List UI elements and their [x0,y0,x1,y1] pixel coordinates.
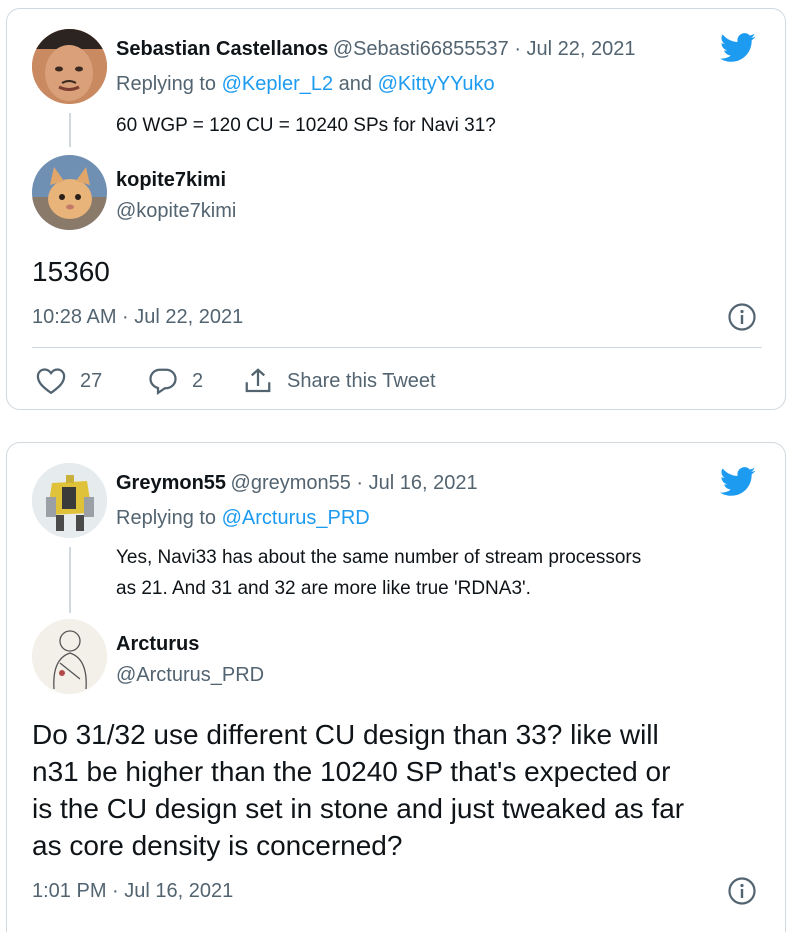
mention-link[interactable]: @Kepler_L2 [222,73,333,95]
info-icon[interactable] [727,302,757,337]
like-button[interactable]: 27 [36,367,102,395]
replying-to: Replying to @Arcturus_PRD [116,507,370,529]
tweet-text: 15360 [32,256,110,287]
share-label: Share this Tweet [287,369,436,392]
sketch-image-icon [32,619,107,694]
author-handle[interactable]: @Arcturus_PRD [116,664,264,687]
thread-line [69,547,71,613]
cat-photo-icon [32,155,107,230]
divider [32,347,762,348]
face-photo-icon [32,29,107,104]
avatar-kopite7kimi[interactable] [32,155,107,230]
tweet-card-2[interactable]: Greymon55 @greymon55 · Jul 16, 2021 Repl… [6,442,786,932]
quoted-text: Yes, Navi33 has about the same number of… [116,547,642,599]
timestamp[interactable]: 10:28 AM · Jul 22, 2021 [32,306,243,329]
avatar-greymon55[interactable] [32,463,107,538]
timestamp[interactable]: 1:01 PM · Jul 16, 2021 [32,880,233,903]
quoted-text: 60 WGP = 120 CU = 10240 SPs for Navi 31? [116,115,496,136]
quoted-handle-date[interactable]: @greymon55 · Jul 16, 2021 [231,472,478,494]
reply-count: 2 [192,369,204,392]
tweet-card-1[interactable]: Sebastian Castellanos @Sebasti66855537 ·… [6,8,786,410]
quoted-header: Greymon55 @greymon55 · Jul 16, 2021 [116,472,478,495]
author-name[interactable]: kopite7kimi [116,169,226,192]
quoted-handle-date[interactable]: @Sebasti66855537 · Jul 22, 2021 [333,38,636,60]
share-icon [245,368,271,393]
quoted-header: Sebastian Castellanos @Sebasti66855537 ·… [116,38,636,61]
tweet-text: Do 31/32 use different CU design than 33… [32,719,685,861]
mention-link[interactable]: @Arcturus_PRD [222,507,370,529]
reply-bubble-icon [149,368,177,395]
reply-button[interactable]: 2 [148,367,203,395]
author-handle[interactable]: @kopite7kimi [116,200,236,223]
author-name[interactable]: Arcturus [116,633,199,656]
thread-line [69,113,71,147]
robot-image-icon [32,463,107,538]
info-icon[interactable] [727,876,757,911]
like-count: 27 [80,369,103,392]
quoted-author-name[interactable]: Greymon55 [116,472,226,494]
twitter-bird-icon[interactable] [720,467,756,502]
avatar-sebastian[interactable] [32,29,107,104]
share-button[interactable]: Share this Tweet [243,367,436,395]
quoted-author-name[interactable]: Sebastian Castellanos [116,38,328,60]
twitter-bird-icon[interactable] [720,33,756,68]
avatar-arcturus[interactable] [32,619,107,694]
replying-to: Replying to @Kepler_L2 and @KittyYYuko [116,73,495,95]
heart-icon [36,368,66,395]
mention-link[interactable]: @KittyYYuko [378,73,495,95]
